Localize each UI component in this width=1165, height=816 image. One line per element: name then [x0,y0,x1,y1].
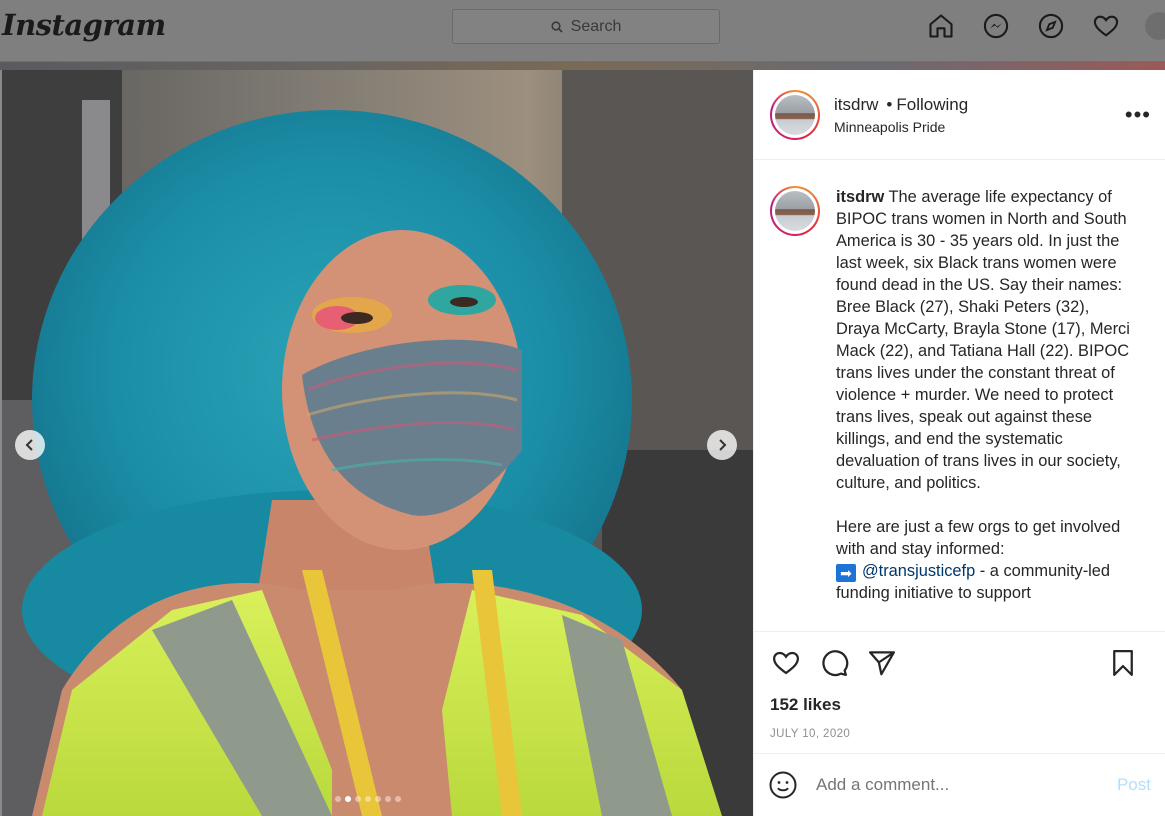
carousel-dot [365,796,371,802]
avatar [775,191,815,231]
chevron-left-icon [25,439,33,451]
home-icon[interactable] [925,10,957,42]
caption-paragraph-2: Here are just a few orgs to get involved… [836,518,1121,558]
share-paper-plane-icon[interactable] [866,647,898,679]
post-location[interactable]: Minneapolis Pride [834,119,968,135]
like-heart-icon[interactable] [770,647,802,679]
comment-input[interactable] [816,775,1117,795]
caption-paragraph-1: The average life expectancy of BIPOC tra… [836,188,1130,492]
post-photo[interactable] [2,70,753,816]
comment-bubble-icon[interactable] [818,647,850,679]
activity-heart-icon[interactable] [1090,10,1122,42]
next-image-button[interactable] [707,430,737,460]
chevron-right-icon [719,439,727,451]
search-icon [551,20,563,33]
carousel-dot [375,796,381,802]
more-options-icon[interactable]: ••• [1125,102,1151,128]
photo-image [2,70,753,816]
post-date[interactable]: JULY 10, 2020 [754,720,1165,754]
explore-compass-icon[interactable] [1035,10,1067,42]
profile-avatar-icon[interactable] [1145,12,1165,40]
previous-image-button[interactable] [15,430,45,460]
carousel-indicator [335,796,405,802]
likes-count[interactable]: 152 likes [754,694,1165,720]
author-username[interactable]: itsdrw [834,95,878,115]
comment-bar: Post [754,754,1165,816]
following-button[interactable]: Following [896,95,968,115]
post-header: itsdrw • Following Minneapolis Pride ••• [754,70,1165,160]
caption-section: itsdrw The average life expectancy of BI… [754,160,1165,632]
story-ring-avatar[interactable] [770,89,820,140]
carousel-dot [385,796,391,802]
right-arrow-emoji: ➡ [836,564,856,582]
instagram-logo[interactable]: Instagram [2,8,166,42]
caption-username[interactable]: itsdrw [836,188,884,206]
carousel-dot [355,796,361,802]
post-modal: itsdrw • Following Minneapolis Pride •••… [2,70,1165,816]
action-bar [754,632,1165,694]
bullet-separator: • [886,94,893,114]
avatar [775,94,815,135]
carousel-dot [335,796,341,802]
top-nav: Instagram Search [0,0,1165,62]
carousel-dot [345,796,351,802]
emoji-smiley-icon[interactable] [768,770,798,800]
search-placeholder: Search [570,17,622,35]
post-sidebar: itsdrw • Following Minneapolis Pride •••… [753,70,1165,816]
background-feed [0,62,1165,70]
carousel-dot [395,796,401,802]
caption-text: itsdrw The average life expectancy of BI… [836,186,1136,631]
post-comment-button[interactable]: Post [1117,775,1151,795]
mention-link[interactable]: @transjusticefp [862,562,975,580]
messenger-icon[interactable] [980,10,1012,42]
search-box[interactable]: Search [452,9,720,44]
caption-avatar[interactable] [770,186,820,236]
save-bookmark-icon[interactable] [1107,647,1139,679]
